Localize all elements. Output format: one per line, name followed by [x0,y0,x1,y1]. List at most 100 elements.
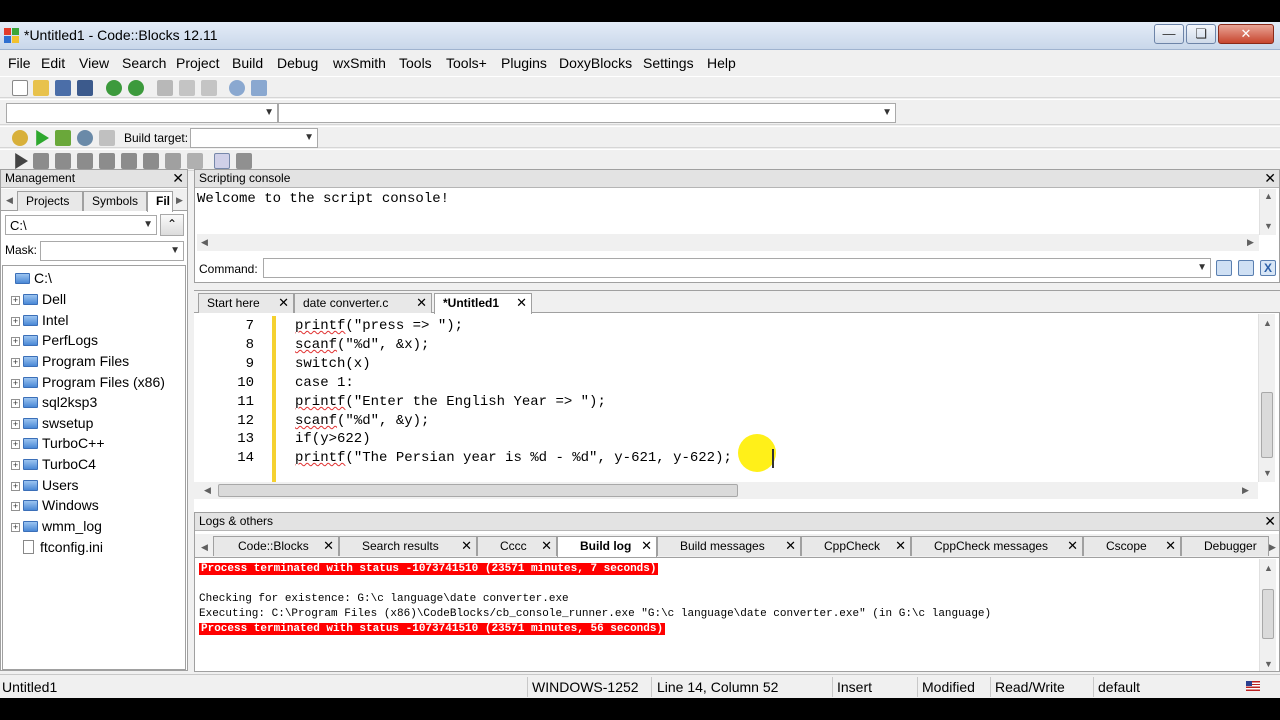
menu-tools[interactable]: Tools [399,55,432,71]
parent-folder-button[interactable]: ⌃ [160,214,184,236]
step-out-icon[interactable] [99,153,115,169]
open-icon[interactable] [33,80,49,96]
expand-icon[interactable]: + [11,296,20,305]
menu-search[interactable]: Search [122,55,166,71]
menu-settings[interactable]: Settings [643,55,694,71]
cut-icon[interactable] [157,80,173,96]
menu-doxyblocks[interactable]: DoxyBlocks [559,55,632,71]
tree-root[interactable]: C:\ [15,268,52,288]
minimize-button[interactable]: — [1154,24,1184,44]
step-into-instruction-icon[interactable] [143,153,159,169]
function-combo[interactable]: ▼ [278,103,896,123]
clear-console-icon[interactable]: X [1260,260,1276,276]
save-all-icon[interactable] [77,80,93,96]
debug-windows-icon[interactable] [214,153,230,169]
tree-folder[interactable]: + sql2ksp3 [11,392,97,412]
expand-icon[interactable]: + [11,440,20,449]
undo-icon[interactable] [106,80,122,96]
expand-icon[interactable]: + [11,502,20,511]
close-tab-icon[interactable]: ✕ [785,537,796,555]
code-area[interactable]: 7 printf("press => "); 8 scanf("%d", &x)… [194,314,1258,482]
redo-icon[interactable] [128,80,144,96]
tree-file[interactable]: ftconfig.ini [7,537,103,557]
editor-hscroll[interactable]: ◀ ▶ [194,482,1258,499]
hscroll-thumb[interactable] [218,484,738,497]
tab-search-results[interactable]: Search results ✕ [339,536,477,556]
menu-debug[interactable]: Debug [277,55,318,71]
build-target-combo[interactable]: ▼ [190,128,318,148]
tab-scroll-right-icon[interactable]: ▶ [1269,542,1276,553]
expand-icon[interactable]: + [11,461,20,470]
replace-icon[interactable] [251,80,267,96]
tree-folder[interactable]: + TurboC4 [11,454,96,474]
close-tab-icon[interactable]: ✕ [461,537,472,555]
tab-projects[interactable]: Projects [17,191,83,211]
pause-icon[interactable] [165,153,181,169]
tree-folder[interactable]: + wmm_log [11,516,102,536]
tab-cccc[interactable]: Cccc ✕ [477,536,557,556]
build-and-run-icon[interactable] [55,130,71,146]
run-script-icon[interactable] [1216,260,1232,276]
expand-icon[interactable]: + [11,523,20,532]
next-instruction-icon[interactable] [121,153,137,169]
close-icon[interactable]: ✕ [1264,170,1276,187]
menu-edit[interactable]: Edit [41,55,65,71]
vscroll-thumb[interactable] [1261,392,1273,458]
new-file-icon[interactable] [12,80,28,96]
mask-combo[interactable]: ▼ [40,241,184,261]
code-line[interactable]: printf("press => "); [295,317,463,336]
stop-debugger-icon[interactable] [187,153,203,169]
build-gear-icon[interactable] [12,130,28,146]
logs-vscroll[interactable]: ▲ ▼ [1259,559,1276,671]
maximize-button[interactable]: ❏ [1186,24,1216,44]
vscroll-thumb[interactable] [1262,589,1274,639]
close-tab-icon[interactable]: ✕ [541,537,552,555]
tab-build-log[interactable]: Build log ✕ [557,536,657,557]
code-line[interactable]: printf("Enter the English Year => "); [295,393,606,412]
close-icon[interactable]: ✕ [1264,513,1276,530]
menu-plugins[interactable]: Plugins [501,55,547,71]
debug-info-icon[interactable] [236,153,252,169]
expand-icon[interactable]: + [11,482,20,491]
tree-folder[interactable]: + TurboC++ [11,433,105,453]
close-tab-icon[interactable]: ✕ [641,537,652,555]
code-line[interactable]: scanf("%d", &y); [295,412,429,431]
find-icon[interactable] [229,80,245,96]
menu-help[interactable]: Help [707,55,736,71]
next-line-icon[interactable] [55,153,71,169]
close-button[interactable]: ✕ [1218,24,1274,44]
expand-icon[interactable]: + [11,420,20,429]
code-line[interactable]: printf("The Persian year is %d - %d", y-… [295,449,732,468]
tree-folder[interactable]: + Dell [11,289,66,309]
expand-icon[interactable]: + [11,337,20,346]
console-vscroll[interactable]: ▲ ▼ [1259,189,1276,235]
tab-cppcheck[interactable]: CppCheck ✕ [801,536,911,556]
tab-debugger[interactable]: Debugger [1181,536,1269,556]
tree-folder[interactable]: + Program Files [11,351,129,371]
expand-icon[interactable]: + [11,317,20,326]
expand-icon[interactable]: + [11,358,20,367]
tree-folder[interactable]: + Windows [11,495,99,515]
tab-date-converter[interactable]: date converter.c ✕ [294,293,432,313]
menu-view[interactable]: View [79,55,109,71]
run-icon[interactable] [36,130,49,146]
close-tab-icon[interactable]: ✕ [278,294,289,312]
editor-vscroll[interactable]: ▲ ▼ [1258,314,1275,482]
close-tab-icon[interactable]: ✕ [895,537,906,555]
tab-symbols[interactable]: Symbols [83,191,147,211]
load-script-icon[interactable] [1238,260,1254,276]
step-into-icon[interactable] [77,153,93,169]
tab-scroll-right-icon[interactable]: ▶ [176,195,183,206]
menu-project[interactable]: Project [176,55,220,71]
tab-cppcheck-messages[interactable]: CppCheck messages ✕ [911,536,1083,556]
tree-folder[interactable]: + Program Files (x86) [11,372,165,392]
paste-icon[interactable] [201,80,217,96]
tab-start-here[interactable]: Start here ✕ [198,293,294,313]
rebuild-icon[interactable] [77,130,93,146]
abort-icon[interactable] [99,130,115,146]
title-bar[interactable]: *Untitled1 - Code::Blocks 12.11 — ❏ ✕ [0,22,1280,50]
close-icon[interactable]: ✕ [172,170,184,187]
debug-continue-icon[interactable] [15,153,28,169]
close-tab-icon[interactable]: ✕ [516,294,527,312]
close-tab-icon[interactable]: ✕ [323,537,334,555]
